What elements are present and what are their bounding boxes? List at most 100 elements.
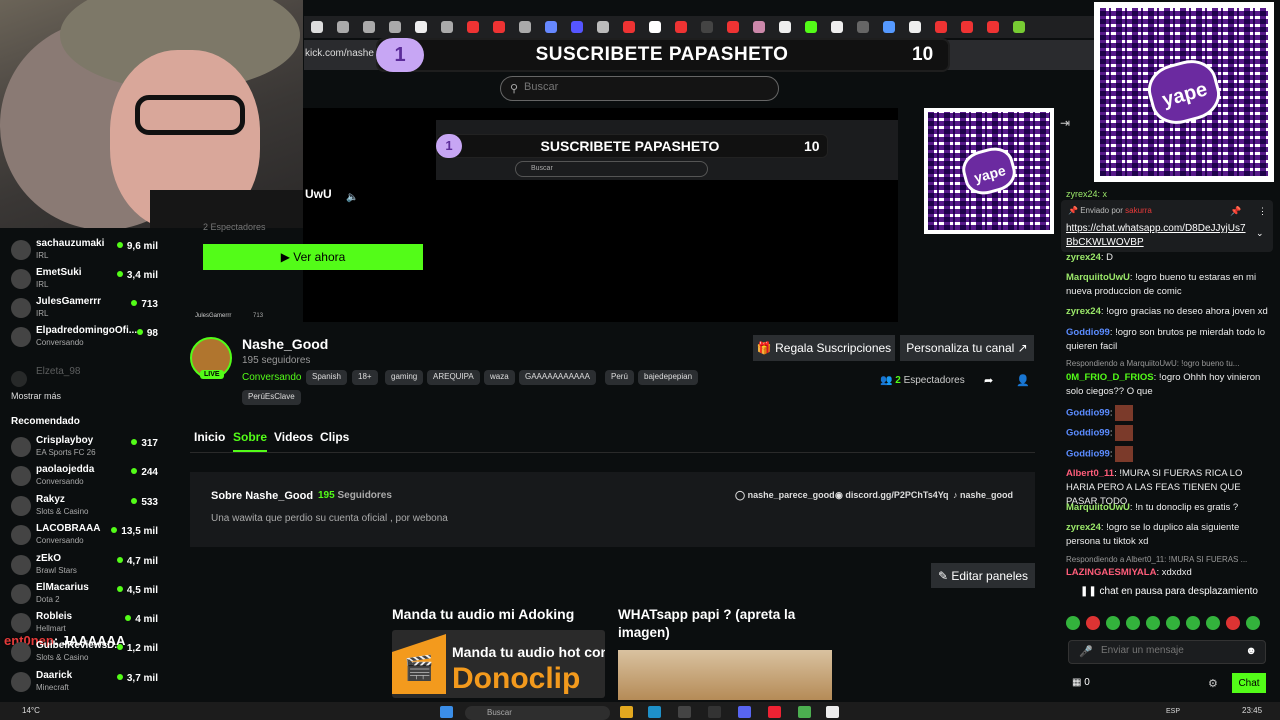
channel-name[interactable]: Nashe_Good — [242, 336, 328, 352]
sidebar-item[interactable]: Crisplayboy EA Sports FC 26 317 — [11, 433, 166, 461]
whatsapp-panel-image[interactable] — [618, 650, 832, 700]
sidebar-item[interactable]: EmetSuki IRL 3,4 mil — [11, 265, 166, 293]
chat-username[interactable]: Goddio99 — [1066, 327, 1110, 338]
search-box[interactable]: ⚲ — [500, 76, 779, 101]
sidebar-item[interactable]: sachauzumaki IRL 9,6 mil — [11, 236, 166, 264]
chat-username[interactable]: Goddio99 — [1066, 428, 1110, 439]
show-more-link[interactable]: Mostrar más — [11, 391, 61, 401]
chat-username[interactable]: zyrex24 — [1066, 522, 1101, 533]
emote-icon[interactable] — [1226, 616, 1240, 630]
chat-username[interactable]: zyrex24 — [1066, 306, 1101, 317]
more-options-icon[interactable]: ⋮ — [1258, 206, 1267, 217]
edge-icon[interactable] — [648, 706, 661, 718]
address-url[interactable]: kick.com/nashe — [305, 48, 374, 59]
chat-username[interactable]: LAZINGAESMIYALA — [1066, 567, 1156, 578]
sidebar-item[interactable]: zEkO Brawl Stars 4,7 mil — [11, 551, 166, 579]
windows-start-icon[interactable] — [440, 706, 453, 718]
donoclip-panel-image[interactable]: 🎬 Manda tu audio hot con Donoclip — [392, 630, 605, 698]
gift-icon: 🎁 — [756, 341, 772, 355]
chat-username[interactable]: Albert0_11 — [1066, 468, 1114, 479]
taskbar-search[interactable]: Buscar — [465, 706, 610, 720]
chat-paused-banner[interactable]: ❚❚ chat en pausa para desplazamiento — [1066, 582, 1272, 602]
discord-link[interactable]: ◉ discord.gg/P2PChTs4Yq — [835, 490, 949, 501]
app-icon[interactable] — [826, 706, 839, 718]
tag-chip[interactable]: GAAAAAAAAAAA — [519, 370, 596, 385]
sidebar-item[interactable]: GuibelReviewsD... Slots & Casino 1,2 mil — [11, 638, 166, 666]
tab-sobre[interactable]: Sobre — [233, 430, 268, 452]
quick-emotes[interactable] — [1066, 616, 1276, 634]
share-icon[interactable]: ➦ — [984, 374, 993, 387]
clock[interactable]: 23:45 — [1242, 706, 1262, 715]
tag-chip[interactable]: AREQUIPA — [427, 370, 480, 385]
weather-widget[interactable]: 14°C — [22, 706, 40, 715]
collapse-chat-icon[interactable]: ⇥ — [1060, 116, 1070, 130]
emote-icon[interactable] — [1126, 616, 1140, 630]
chat-input-box[interactable]: 🎤 ☻ — [1068, 640, 1266, 664]
chat-username[interactable]: 0M_FRIO_D_FRIOS — [1066, 372, 1154, 383]
tab-videos[interactable]: Videos — [274, 430, 313, 444]
gear-icon[interactable]: ⚙ — [1208, 677, 1218, 690]
tag-chip[interactable]: gaming — [385, 370, 424, 385]
tag-chip[interactable]: Perú — [605, 370, 634, 385]
tab-inicio[interactable]: Inicio — [194, 430, 225, 444]
tag-chip[interactable]: waza — [484, 370, 515, 385]
chrome-icon[interactable] — [798, 706, 811, 718]
gift-subs-button[interactable]: 🎁 Regala Suscripciones — [753, 335, 895, 361]
preview-title: UwU — [305, 187, 332, 201]
microphone-icon[interactable]: 🎤 — [1079, 645, 1093, 658]
sidebar-item[interactable]: paolaojedda Conversando 244 — [11, 462, 166, 490]
chat-username[interactable]: Goddio99 — [1066, 408, 1110, 419]
sidebar-item[interactable]: ElMacarius Dota 2 4,5 mil — [11, 580, 166, 608]
emote-icon[interactable] — [1186, 616, 1200, 630]
browser-tab-strip[interactable] — [304, 16, 1094, 38]
tab-clips[interactable]: Clips — [320, 430, 349, 444]
discord-taskbar-icon[interactable] — [738, 706, 751, 718]
app-icon[interactable] — [708, 706, 721, 718]
tag-chip[interactable]: 18+ — [352, 370, 378, 385]
emoji-icon[interactable]: ☻ — [1245, 645, 1257, 657]
watch-now-label: Ver ahora — [293, 250, 346, 264]
chevron-down-icon[interactable]: ⌄ — [1256, 228, 1264, 239]
edit-panels-label: Editar paneles — [951, 568, 1029, 583]
user-options-icon[interactable]: 👤 — [1016, 374, 1030, 387]
sidebar-item[interactable]: LACOBRAAA Conversando 13,5 mil — [11, 521, 166, 549]
sidebar-item[interactable]: Rakyz Slots & Casino 533 — [11, 492, 166, 520]
emote-icon[interactable] — [1066, 616, 1080, 630]
emote-icon[interactable] — [1086, 616, 1100, 630]
tag-chip[interactable]: bajedepepian — [638, 370, 699, 385]
chat-username[interactable]: zyrex24 — [1066, 252, 1101, 263]
watch-now-button[interactable]: ▶ Ver ahora — [203, 244, 423, 270]
sidebar-item[interactable]: Robleis Hellmart 4 mil — [11, 609, 166, 637]
brave-icon[interactable] — [768, 706, 781, 718]
sidebar-item-viewers: 317 — [131, 438, 158, 449]
sidebar-item-name: zEkO — [36, 553, 62, 564]
edit-panels-button[interactable]: ✎ Editar paneles — [931, 563, 1035, 588]
sidebar-item[interactable]: ElpadredomingoOfi... Conversando 98 — [11, 323, 166, 351]
search-input[interactable] — [524, 81, 764, 93]
sidebar-item[interactable]: JulesGamerrr IRL 713 — [11, 294, 166, 322]
unpin-icon[interactable]: 📌 — [1230, 206, 1241, 217]
instagram-link[interactable]: ◯ nashe_parece_good — [735, 490, 835, 501]
emote-icon[interactable] — [1146, 616, 1160, 630]
channel-category[interactable]: Conversando — [242, 372, 301, 383]
tiktok-link[interactable]: ♪ nashe_good — [953, 490, 1013, 500]
chat-username[interactable]: MarquiitoUwU — [1066, 502, 1130, 513]
store-icon[interactable] — [678, 706, 691, 718]
volume-icon[interactable]: 🔈 — [346, 192, 358, 203]
chat-send-button[interactable]: Chat — [1232, 673, 1266, 693]
language-indicator[interactable]: ESP — [1166, 708, 1180, 715]
tag-chip[interactable]: PerúEsClave — [242, 390, 301, 405]
pinned-link[interactable]: https://chat.whatsapp.com/D8DeJJyjUs7BbC… — [1066, 222, 1248, 250]
sidebar-item[interactable]: Daarick Minecraft 3,7 mil — [11, 668, 166, 696]
chat-input[interactable] — [1101, 645, 1241, 656]
chat-username[interactable]: MarquiitoUwU — [1066, 272, 1130, 283]
sidebar-item-category: IRL — [36, 280, 49, 289]
tag-chip[interactable]: Spanish — [306, 370, 347, 385]
customize-channel-button[interactable]: Personaliza tu canal ↗ — [900, 335, 1034, 361]
folder-icon[interactable] — [620, 706, 633, 718]
emote-icon[interactable] — [1166, 616, 1180, 630]
emote-icon[interactable] — [1106, 616, 1120, 630]
emote-icon[interactable] — [1246, 616, 1260, 630]
chat-username[interactable]: Goddio99 — [1066, 449, 1110, 460]
emote-icon[interactable] — [1206, 616, 1220, 630]
